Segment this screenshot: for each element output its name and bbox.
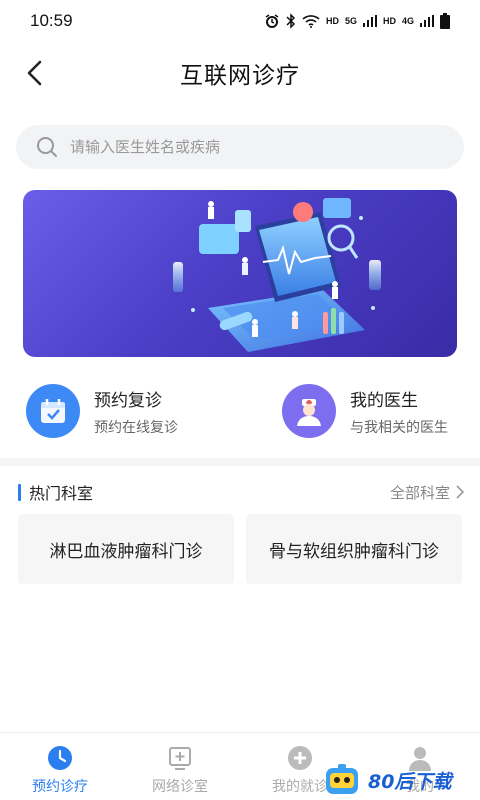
clock-icon (47, 745, 73, 771)
net-label-4g: 4G (401, 16, 414, 26)
status-time: 10:59 (30, 11, 73, 30)
chevron-right-icon (456, 485, 464, 499)
nav-bar: 互联网诊疗 (0, 42, 480, 104)
wifi-icon (302, 15, 320, 28)
tab-appointment[interactable]: 预约诊疗 (0, 733, 120, 800)
section-accent-bar (18, 483, 21, 501)
quick-action-title: 预约复诊 (94, 390, 162, 410)
status-bar: 10:59 HD 5G HD 4G (0, 0, 480, 42)
clinic-plus-icon (167, 745, 193, 771)
medical-cross-icon (287, 745, 313, 771)
quick-action-title: 我的医生 (350, 390, 418, 410)
bluetooth-icon (286, 13, 296, 29)
all-departments-link[interactable]: 全部科室 (390, 482, 464, 503)
quick-action-reappointment[interactable]: 预约复诊 预约在线复诊 (26, 380, 178, 442)
department-card[interactable]: 淋巴血液肿瘤科门诊 (18, 514, 234, 584)
quick-action-subtitle: 预约在线复诊 (94, 418, 178, 435)
quick-actions: 预约复诊 预约在线复诊 我的医生 与我相关的医生 (0, 380, 480, 442)
section-divider (0, 458, 480, 466)
watermark-robot-logo (326, 764, 358, 794)
section-header: 热门科室 全部科室 (18, 480, 464, 504)
banner-illustration (173, 198, 381, 352)
tab-label: 网络诊室 (152, 778, 208, 794)
page-title: 互联网诊疗 (180, 62, 300, 88)
section-title-text: 热门科室 (29, 486, 94, 503)
net-label-hd-1: HD (325, 16, 339, 26)
quick-action-text: 预约复诊 预约在线复诊 (94, 386, 178, 437)
watermark-text: 80后下载 (368, 770, 452, 793)
all-departments-label: 全部科室 (389, 484, 450, 502)
quick-action-subtitle: 与我相关的医生 (350, 418, 448, 435)
section-title: 热门科室 (18, 480, 93, 504)
chevron-left-icon (27, 60, 42, 86)
alarm-icon (265, 14, 279, 28)
search-input[interactable] (70, 138, 430, 156)
signal-icon-2 (420, 15, 434, 27)
tab-label: 预约诊疗 (32, 778, 88, 794)
status-icons: HD 5G HD 4G (264, 13, 450, 29)
signal-icon (362, 15, 377, 27)
quick-action-my-doctor[interactable]: 我的医生 与我相关的医生 (282, 380, 448, 442)
watermark: 80后下载 (322, 760, 480, 800)
doctor-avatar-icon (282, 384, 336, 438)
quick-action-text: 我的医生 与我相关的医生 (350, 386, 448, 437)
banner[interactable] (23, 190, 457, 357)
net-label-5g: 5G (344, 16, 357, 26)
search-icon (37, 137, 57, 157)
search-bar[interactable] (16, 125, 464, 169)
calendar-check-icon (26, 384, 80, 438)
net-label-hd-2: HD (382, 16, 396, 26)
back-button[interactable] (18, 56, 50, 90)
tab-label: 我的就诊 (272, 778, 328, 794)
tab-online-clinic[interactable]: 网络诊室 (120, 733, 240, 800)
battery-icon (440, 13, 450, 29)
department-card[interactable]: 骨与软组织肿瘤科门诊 (246, 514, 462, 584)
